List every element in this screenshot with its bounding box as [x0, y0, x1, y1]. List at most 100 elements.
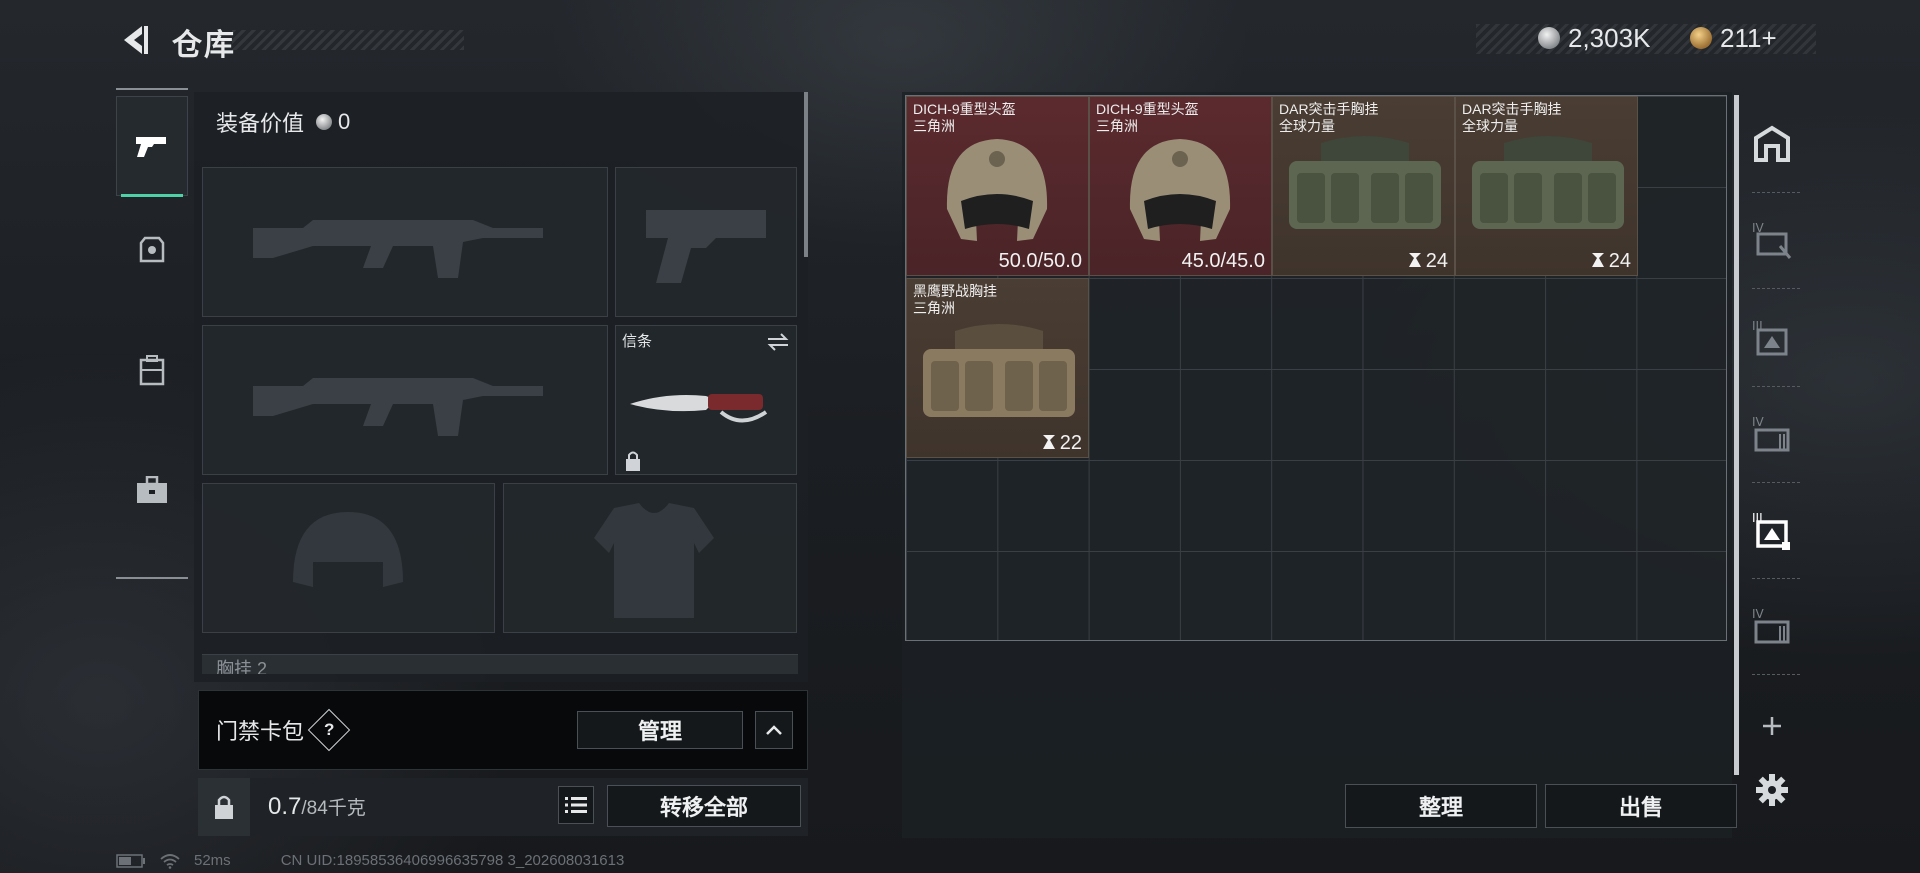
- stash-tab-3[interactable]: IV: [1744, 406, 1800, 462]
- armor-slot[interactable]: [503, 483, 797, 633]
- access-card-label: 门禁卡包: [216, 719, 305, 744]
- stash-tab-home[interactable]: [1744, 116, 1800, 172]
- manage-button[interactable]: 管理: [577, 711, 743, 749]
- capacity-icon: [1042, 435, 1055, 449]
- stash-tab-1[interactable]: IV: [1744, 212, 1800, 268]
- player-uid: CN UID:18958536406996635798 3_2026080316…: [280, 852, 625, 869]
- add-stash-tab-button[interactable]: [1744, 698, 1800, 754]
- stash-tab-5[interactable]: IV: [1744, 598, 1800, 654]
- stash-tab-icon: III: [1752, 511, 1790, 550]
- plus-icon: [1763, 717, 1781, 735]
- rifle-silhouette-icon: [253, 220, 543, 278]
- tab-backpack[interactable]: [116, 320, 188, 420]
- briefcase-icon: [137, 476, 167, 503]
- item-capacity: 24: [1408, 250, 1448, 273]
- stash-tab-divider: [1752, 192, 1800, 193]
- tab-case[interactable]: [116, 440, 188, 540]
- access-card-pack: 门禁卡包 ?: [216, 708, 351, 752]
- stash-tab-divider: [1752, 674, 1800, 675]
- settings-button[interactable]: [1744, 762, 1800, 818]
- item-source: 全球力量: [1279, 118, 1335, 134]
- gold-amount: 211+: [1720, 22, 1777, 53]
- carry-weight-max: /84千克: [301, 798, 366, 819]
- sell-button[interactable]: 出售: [1545, 784, 1737, 828]
- gold-currency[interactable]: 211+: [1690, 22, 1777, 54]
- capacity-icon: [1591, 253, 1604, 267]
- stash-tab-2[interactable]: III: [1744, 310, 1800, 366]
- lock-icon: [626, 451, 640, 471]
- page-title: 仓库: [172, 29, 236, 62]
- status-bar: 52ms CN UID:18958536406996635798 3_20260…: [116, 852, 624, 869]
- carry-weight-current: 0.7: [268, 793, 302, 820]
- vest-silhouette-icon: [594, 503, 714, 618]
- chest-rig-icon: [923, 324, 1075, 417]
- equipment-value-label: 装备价值: [216, 111, 305, 136]
- collapse-button[interactable]: [755, 711, 793, 749]
- melee-slot-label: 信条: [622, 333, 653, 350]
- stash-tab-4-active[interactable]: III: [1744, 502, 1800, 558]
- chest-rig-section: 胸挂 2: [202, 654, 798, 674]
- svg-text:IV: IV: [1752, 415, 1765, 429]
- chevron-up-icon: [766, 725, 782, 735]
- list-view-button[interactable]: [558, 786, 594, 824]
- rifle-silhouette-icon: [253, 378, 543, 436]
- carry-weight: 0.7/84千克: [268, 793, 366, 821]
- equipment-value-amount: 0: [338, 109, 351, 134]
- stash-item-helmet[interactable]: DICH-9重型头盔 三角洲 45.0/45.0: [1089, 96, 1272, 276]
- item-name: DAR突击手胸挂: [1279, 101, 1379, 117]
- pistol-slot[interactable]: [615, 167, 797, 317]
- tab-armor[interactable]: [116, 200, 188, 300]
- helmet-silhouette-icon: [293, 512, 403, 587]
- gear-icon: [1756, 774, 1788, 806]
- stash-scrollbar[interactable]: [1734, 95, 1739, 775]
- secondary-weapon-slot[interactable]: [202, 325, 608, 475]
- list-icon: [565, 797, 587, 813]
- gold-coin-icon: [1690, 27, 1712, 49]
- pistol-icon: [136, 137, 166, 157]
- helmet-icon: [1129, 139, 1231, 241]
- battery-icon: [116, 853, 145, 868]
- stash-tab-divider: [1752, 578, 1800, 579]
- chest-rig-section-count: 2: [257, 659, 268, 674]
- stash-tab-icon: III: [1752, 319, 1788, 356]
- wifi-icon: [160, 853, 180, 869]
- pistol-silhouette-icon: [646, 210, 766, 283]
- silver-coin-icon: [316, 114, 333, 130]
- stash-tab-divider: [1752, 288, 1800, 289]
- item-name: DICH-9重型头盔: [913, 101, 1016, 117]
- silver-currency[interactable]: 2,303K: [1538, 22, 1650, 54]
- backpack-icon: [139, 355, 165, 386]
- transfer-all-button[interactable]: 转移全部: [607, 785, 801, 827]
- home-stash-icon: [1754, 125, 1790, 162]
- item-name: DICH-9重型头盔: [1096, 101, 1199, 117]
- sort-button[interactable]: 整理: [1345, 784, 1537, 828]
- loadout-tab-strip: [116, 88, 188, 579]
- equipment-scrollbar[interactable]: [804, 92, 808, 257]
- item-capacity: 24: [1591, 250, 1631, 273]
- helmet-icon: [946, 139, 1048, 241]
- stash-item-chest-rig[interactable]: DAR突击手胸挂 全球力量 24: [1455, 96, 1638, 276]
- helmet-slot[interactable]: [202, 483, 495, 633]
- back-arrow-icon[interactable]: [116, 22, 152, 58]
- weight-lock[interactable]: [198, 778, 250, 836]
- tab-weapons[interactable]: [116, 96, 188, 197]
- item-source: 三角洲: [913, 300, 955, 316]
- title-decoration: [232, 30, 464, 50]
- weight-lock-icon: [215, 795, 233, 819]
- stash-tab-divider: [1752, 386, 1800, 387]
- knife-icon: [630, 394, 768, 423]
- stash-item-chest-rig[interactable]: 黑鹰野战胸挂 三角洲 22: [906, 278, 1089, 458]
- item-name: 黑鹰野战胸挂: [913, 283, 997, 299]
- chest-rig-icon: [1472, 136, 1624, 229]
- silver-amount: 2,303K: [1568, 22, 1651, 53]
- primary-weapon-slot[interactable]: [202, 167, 608, 317]
- stash-item-helmet[interactable]: DICH-9重型头盔 三角洲 50.0/50.0: [906, 96, 1089, 276]
- chest-rig-section-label: 胸挂: [216, 659, 252, 674]
- melee-slot[interactable]: 信条: [615, 325, 797, 475]
- stash-tab-divider: [1752, 482, 1800, 483]
- help-icon[interactable]: ?: [307, 708, 351, 752]
- item-source: 全球力量: [1462, 118, 1518, 134]
- stash-item-chest-rig[interactable]: DAR突击手胸挂 全球力量 24: [1272, 96, 1455, 276]
- item-durability: 45.0/45.0: [1181, 250, 1265, 272]
- stash-tab-icon: IV: [1752, 221, 1792, 259]
